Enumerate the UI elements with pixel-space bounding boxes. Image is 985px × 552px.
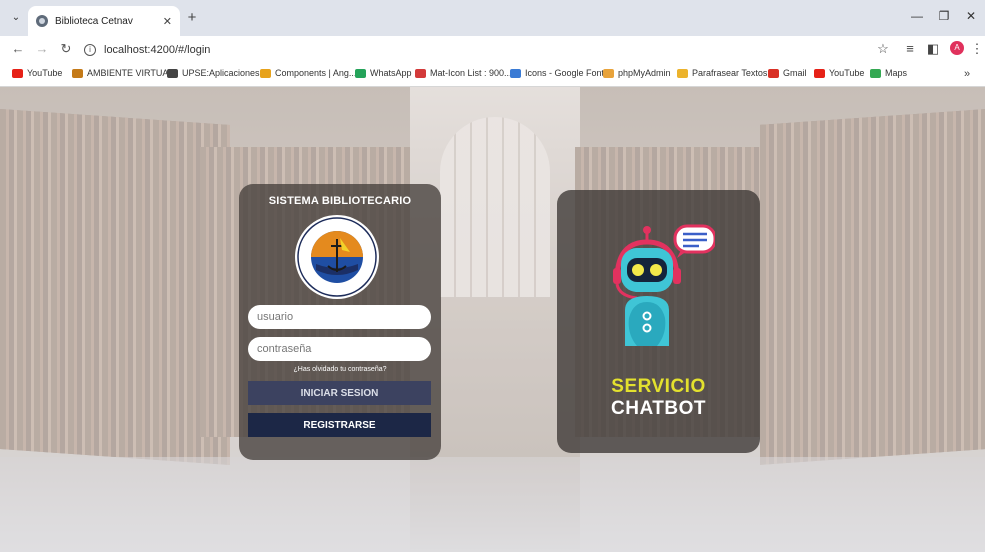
bookmark-components[interactable]: Components | Ang... <box>260 68 356 78</box>
back-icon[interactable]: ← <box>10 41 26 56</box>
chatbot-title-line1: SERVICIO <box>611 376 706 397</box>
gmail-icon <box>768 68 779 78</box>
bookmark-label: phpMyAdmin <box>618 68 671 78</box>
browser-tab[interactable]: Biblioteca Cetnav ✕ <box>28 6 180 36</box>
bookmark-upse[interactable]: UPSE:Aplicaciones... <box>167 68 267 78</box>
angular-icon <box>260 68 271 78</box>
bookmark-label: Mat-Icon List : 900... <box>430 68 512 78</box>
close-window-icon[interactable]: ✕ <box>962 9 980 23</box>
bookmark-youtube[interactable]: YouTube <box>12 68 62 78</box>
forgot-password-link[interactable]: ¿Has olvidado tu contraseña? <box>239 366 441 373</box>
youtube-icon <box>12 68 23 78</box>
whatsapp-icon <box>355 68 366 78</box>
bookmark-phpmyadmin[interactable]: phpMyAdmin <box>603 68 671 78</box>
chatbot-card[interactable]: SERVICIO CHATBOT <box>557 190 760 453</box>
restore-icon[interactable]: ❐ <box>935 9 953 23</box>
bookmark-ambiente-virtual[interactable]: AMBIENTE VIRTUA... <box>72 68 176 78</box>
reload-icon[interactable]: ↻ <box>58 41 74 57</box>
login-title: SISTEMA BIBLIOTECARIO <box>268 195 412 207</box>
forward-icon[interactable]: → <box>34 41 50 56</box>
bookmark-google-fonts[interactable]: Icons - Google Fonts <box>510 68 609 78</box>
navy-seal-logo-icon <box>295 215 379 299</box>
bookmark-youtube-2[interactable]: YouTube <box>814 68 864 78</box>
address-bar: ← → ↻ i localhost:4200/#/login ☆ ≡ ◧ ⋮ <box>0 36 985 63</box>
bookmark-label: YouTube <box>27 68 63 78</box>
youtube-icon <box>814 68 825 78</box>
bookmark-label: AMBIENTE VIRTUA... <box>87 68 176 78</box>
browser-tab-bar: ⌄ Biblioteca Cetnav ✕ + — ❐ ✕ <box>0 0 985 36</box>
bookmark-label: UPSE:Aplicaciones... <box>182 68 268 78</box>
bookmarks-bar: YouTube AMBIENTE VIRTUA... UPSE:Aplicaci… <box>0 63 985 87</box>
bookmark-label: Parafrasear Textos... <box>692 68 775 78</box>
background-overlay <box>0 87 985 552</box>
google-fonts-icon <box>510 68 521 78</box>
login-card: SISTEMA BIBLIOTECARIO ¿Has olvidado tu c… <box>239 184 441 460</box>
site-info-icon[interactable]: i <box>84 43 96 56</box>
register-button[interactable]: REGISTRARSE <box>248 413 431 437</box>
maps-pin-icon <box>870 68 881 78</box>
side-panel-icon[interactable]: ◧ <box>925 41 941 57</box>
chatbot-robot-icon <box>613 224 715 346</box>
site-favicon-icon <box>36 15 48 27</box>
tab-title: Biblioteca Cetnav <box>55 15 133 27</box>
moodle-icon <box>72 68 83 78</box>
quillbot-icon <box>677 68 688 78</box>
url-text: localhost:4200/#/login <box>104 43 211 56</box>
username-input[interactable] <box>248 305 431 329</box>
bookmark-gmail[interactable]: Gmail <box>768 68 807 78</box>
bookmark-label: Components | Ang... <box>275 68 357 78</box>
bookmark-label: Icons - Google Fonts <box>525 68 609 78</box>
globe-icon <box>167 68 178 78</box>
bookmarks-overflow-icon[interactable]: » <box>964 68 970 80</box>
bookmark-label: Maps <box>885 68 908 78</box>
minimize-icon[interactable]: — <box>908 9 926 23</box>
bookmark-label: YouTube <box>829 68 865 78</box>
bookmark-label: Gmail <box>783 68 807 78</box>
login-button[interactable]: INICIAR SESION <box>248 381 431 405</box>
password-input[interactable] <box>248 337 431 361</box>
profile-avatar[interactable]: A <box>950 41 964 55</box>
menu-kebab-icon[interactable]: ⋮ <box>969 41 985 57</box>
bookmark-whatsapp[interactable]: WhatsApp <box>355 68 412 78</box>
mat-icon-icon <box>415 68 426 78</box>
url-omnibox[interactable]: i localhost:4200/#/login <box>84 39 864 60</box>
new-tab-icon[interactable]: + <box>183 10 201 26</box>
bookmark-star-icon[interactable]: ☆ <box>875 41 891 57</box>
bookmark-label: WhatsApp <box>370 68 412 78</box>
bookmark-maps[interactable]: Maps <box>870 68 907 78</box>
tab-search-icon[interactable]: ⌄ <box>8 10 24 26</box>
bookmark-parafrasear[interactable]: Parafrasear Textos... <box>677 68 775 78</box>
chatbot-title-line2: CHATBOT <box>611 398 706 419</box>
reading-list-icon[interactable]: ≡ <box>902 41 918 56</box>
login-page: SISTEMA BIBLIOTECARIO ¿Has olvidado tu c… <box>0 87 985 552</box>
tab-close-icon[interactable]: ✕ <box>163 15 172 28</box>
phpmyadmin-icon <box>603 68 614 78</box>
bookmark-mat-icon[interactable]: Mat-Icon List : 900... <box>415 68 512 78</box>
